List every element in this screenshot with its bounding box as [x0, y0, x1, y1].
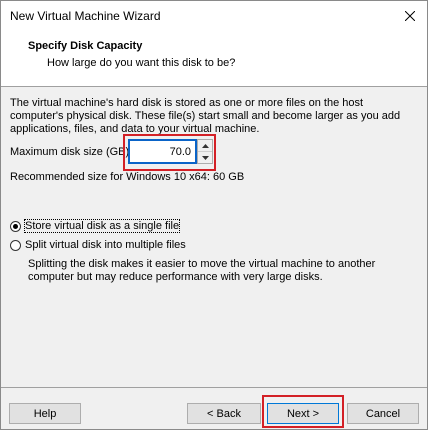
page-subtitle: How large do you want this disk to be?: [47, 57, 236, 69]
help-button[interactable]: Help: [9, 403, 81, 424]
disk-description: The virtual machine's hard disk is store…: [10, 97, 401, 135]
title-bar: New Virtual Machine Wizard: [1, 1, 427, 31]
wizard-window: New Virtual Machine Wizard Specify Disk …: [0, 0, 428, 430]
wizard-content: The virtual machine's hard disk is store…: [1, 87, 427, 387]
footer-divider: [1, 387, 427, 388]
window-title: New Virtual Machine Wizard: [10, 9, 161, 23]
disk-size-highlight-box: [123, 134, 216, 171]
page-title: Specify Disk Capacity: [28, 40, 143, 52]
wizard-header: Specify Disk Capacity How large do you w…: [1, 31, 427, 87]
split-note-text: Splitting the disk makes it easier to mo…: [28, 258, 376, 283]
radio-single-file[interactable]: Store virtual disk as a single file: [10, 219, 181, 233]
cancel-button[interactable]: Cancel: [347, 403, 419, 424]
max-disk-size-label: Maximum disk size (GB):: [10, 146, 133, 158]
close-button[interactable]: [393, 1, 427, 31]
radio-button-unchecked[interactable]: [10, 239, 21, 251]
recommended-size-text: Recommended size for Windows 10 x64: 60 …: [10, 171, 245, 183]
radio-label-single-file: Store virtual disk as a single file: [23, 219, 181, 233]
radio-split-files[interactable]: Split virtual disk into multiple files: [10, 239, 186, 251]
close-icon: [405, 11, 415, 21]
radio-button-checked[interactable]: [10, 220, 21, 232]
next-highlight-box: [262, 395, 344, 428]
radio-label-split-files: Split virtual disk into multiple files: [25, 239, 186, 251]
back-button[interactable]: < Back: [187, 403, 261, 424]
